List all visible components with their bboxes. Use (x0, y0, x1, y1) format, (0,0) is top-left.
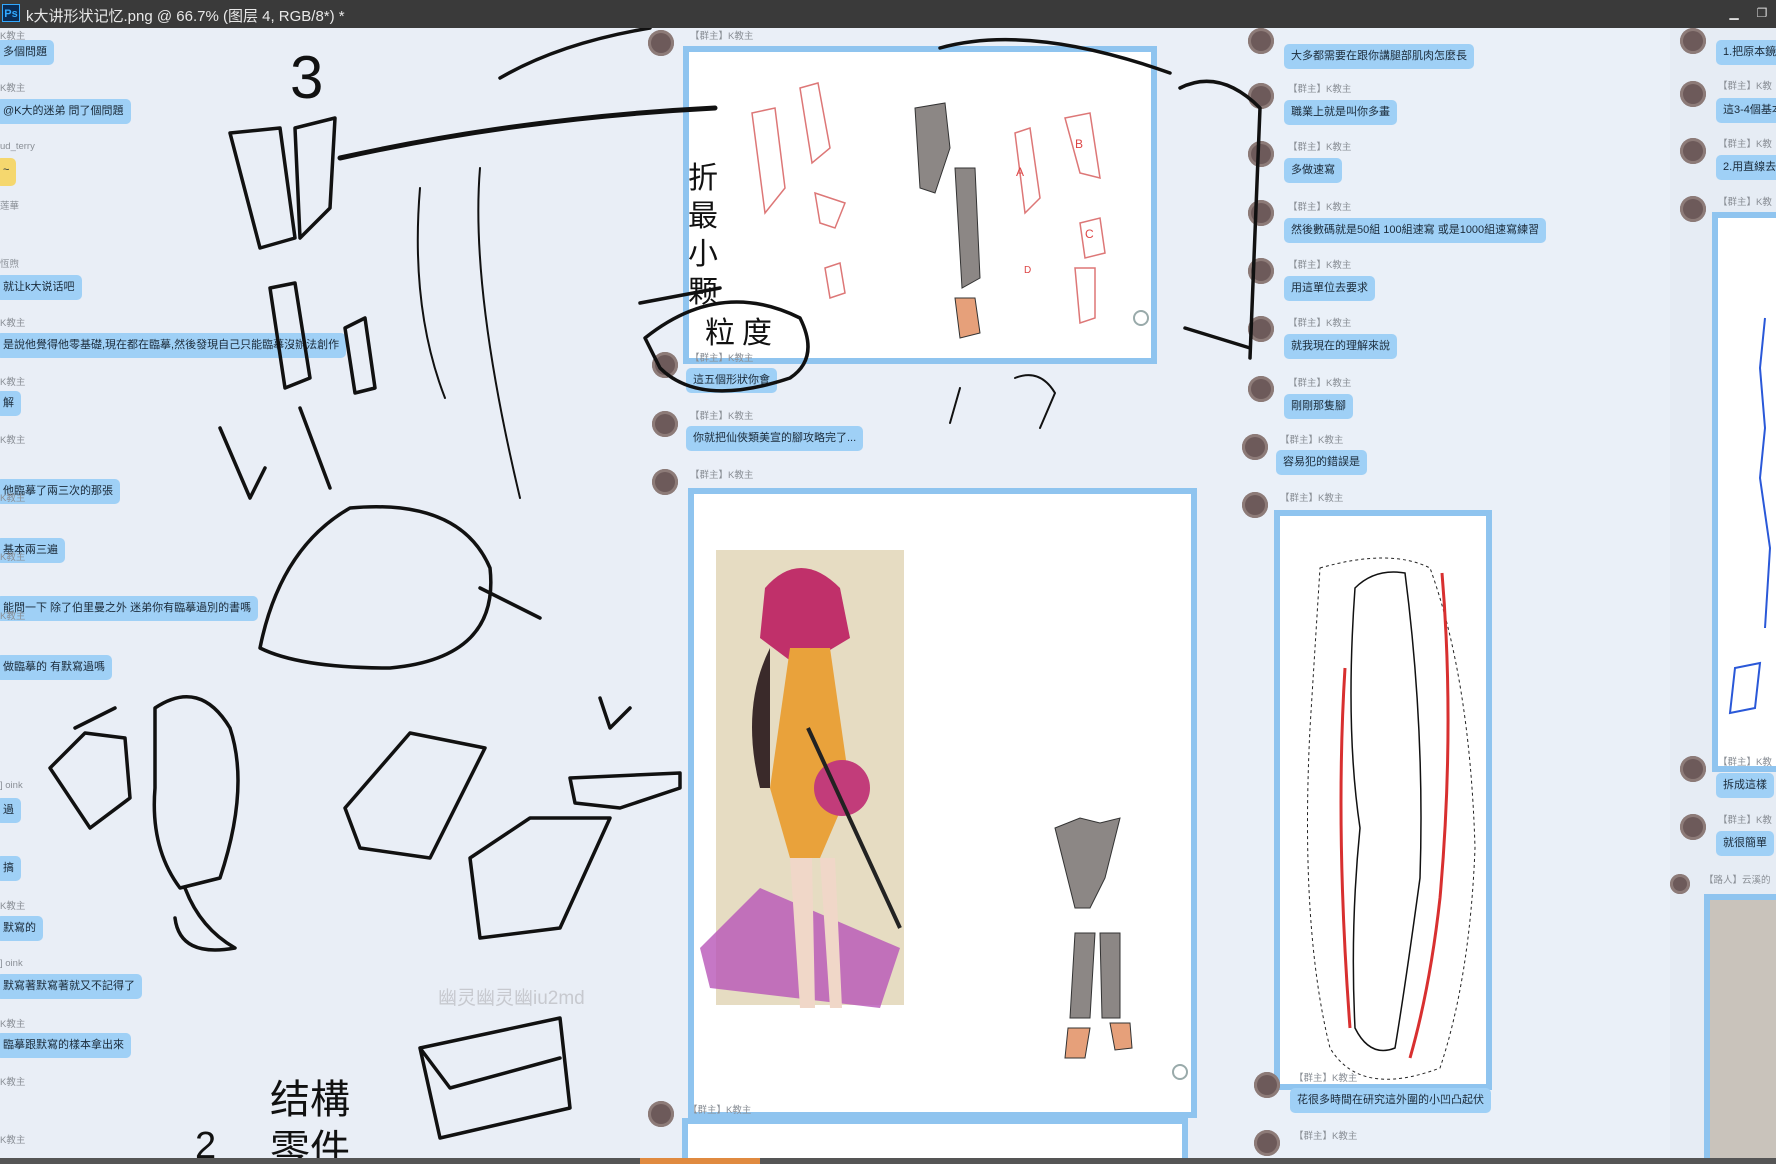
sketch-text-char-3: 小 (688, 237, 718, 272)
status-progress-segment (640, 1158, 760, 1164)
sketch-text-char-4: 颗 (688, 275, 718, 310)
shape-label-a: A (1016, 165, 1024, 179)
ink-polygon-2 (152, 695, 240, 890)
ink-polygon-4 (568, 771, 682, 810)
sketch-text-structure: 结構 (270, 1077, 350, 1123)
ink-small-leg-1 (949, 387, 961, 424)
sketch-text-char-6: 度 (742, 316, 772, 351)
ink-right-foot (1183, 326, 1252, 350)
ink-sketch-overlay: 3 折 最 小 颗 粒 度 结構 零件 2 A B C D (48, 28, 1262, 1158)
ink-thin-leg-1 (416, 187, 446, 399)
ink-leg-block-1 (228, 126, 297, 250)
shape-label-b: B (1075, 137, 1083, 151)
ink-leg-block-3 (268, 281, 312, 390)
ink-arc-top (938, 37, 1172, 75)
sketch-text-char-2: 最 (688, 199, 718, 234)
ink-box-sketch (418, 1016, 572, 1140)
document-canvas[interactable]: K教主 多個問題 K教主 @K大的迷弟 問了個問題 ud_terry ~ 莲華 … (0, 28, 1776, 1158)
shape-label-c: C (1085, 227, 1094, 241)
sketch-text-parts: 零件 (270, 1127, 350, 1158)
ink-arrow-1 (218, 426, 267, 500)
sketch-number-three: 3 (290, 44, 323, 111)
sketch-text-char-1: 折 (688, 161, 718, 196)
shape-label-d: D (1024, 265, 1031, 276)
ink-polygon-3 (343, 731, 487, 860)
ink-small-leg-2 (1014, 374, 1056, 429)
document-title: k大讲形状记忆.png @ 66.7% (图层 4, RGB/8*) * (26, 8, 345, 25)
ink-thin-leg-2 (477, 167, 521, 499)
photoshop-app-icon[interactable]: Ps (2, 4, 20, 22)
ink-arrow-2 (73, 706, 117, 730)
title-bar: Ps k大讲形状记忆.png @ 66.7% (图层 4, RGB/8*) * … (0, 0, 1776, 28)
ink-arrow-3 (598, 696, 632, 730)
ink-leg-block-4 (343, 316, 377, 395)
ink-polygon-5 (468, 816, 612, 940)
sketch-number-two: 2 (195, 1125, 216, 1158)
ink-shin-line (298, 406, 332, 490)
ink-right-leg-outline (1178, 79, 1262, 360)
ink-leg-block-2 (293, 116, 337, 240)
ink-polygon-1 (48, 731, 132, 830)
restore-icon[interactable]: ❐ (1750, 3, 1774, 23)
minimize-icon[interactable]: ▁ (1722, 3, 1746, 23)
status-bar (0, 1158, 1776, 1164)
ink-foot-shape (258, 505, 493, 670)
ink-foot-2 (173, 886, 237, 952)
ink-curve-top (498, 28, 652, 80)
sketch-text-char-5: 粒 (705, 316, 735, 351)
ink-long-stroke (337, 105, 718, 161)
